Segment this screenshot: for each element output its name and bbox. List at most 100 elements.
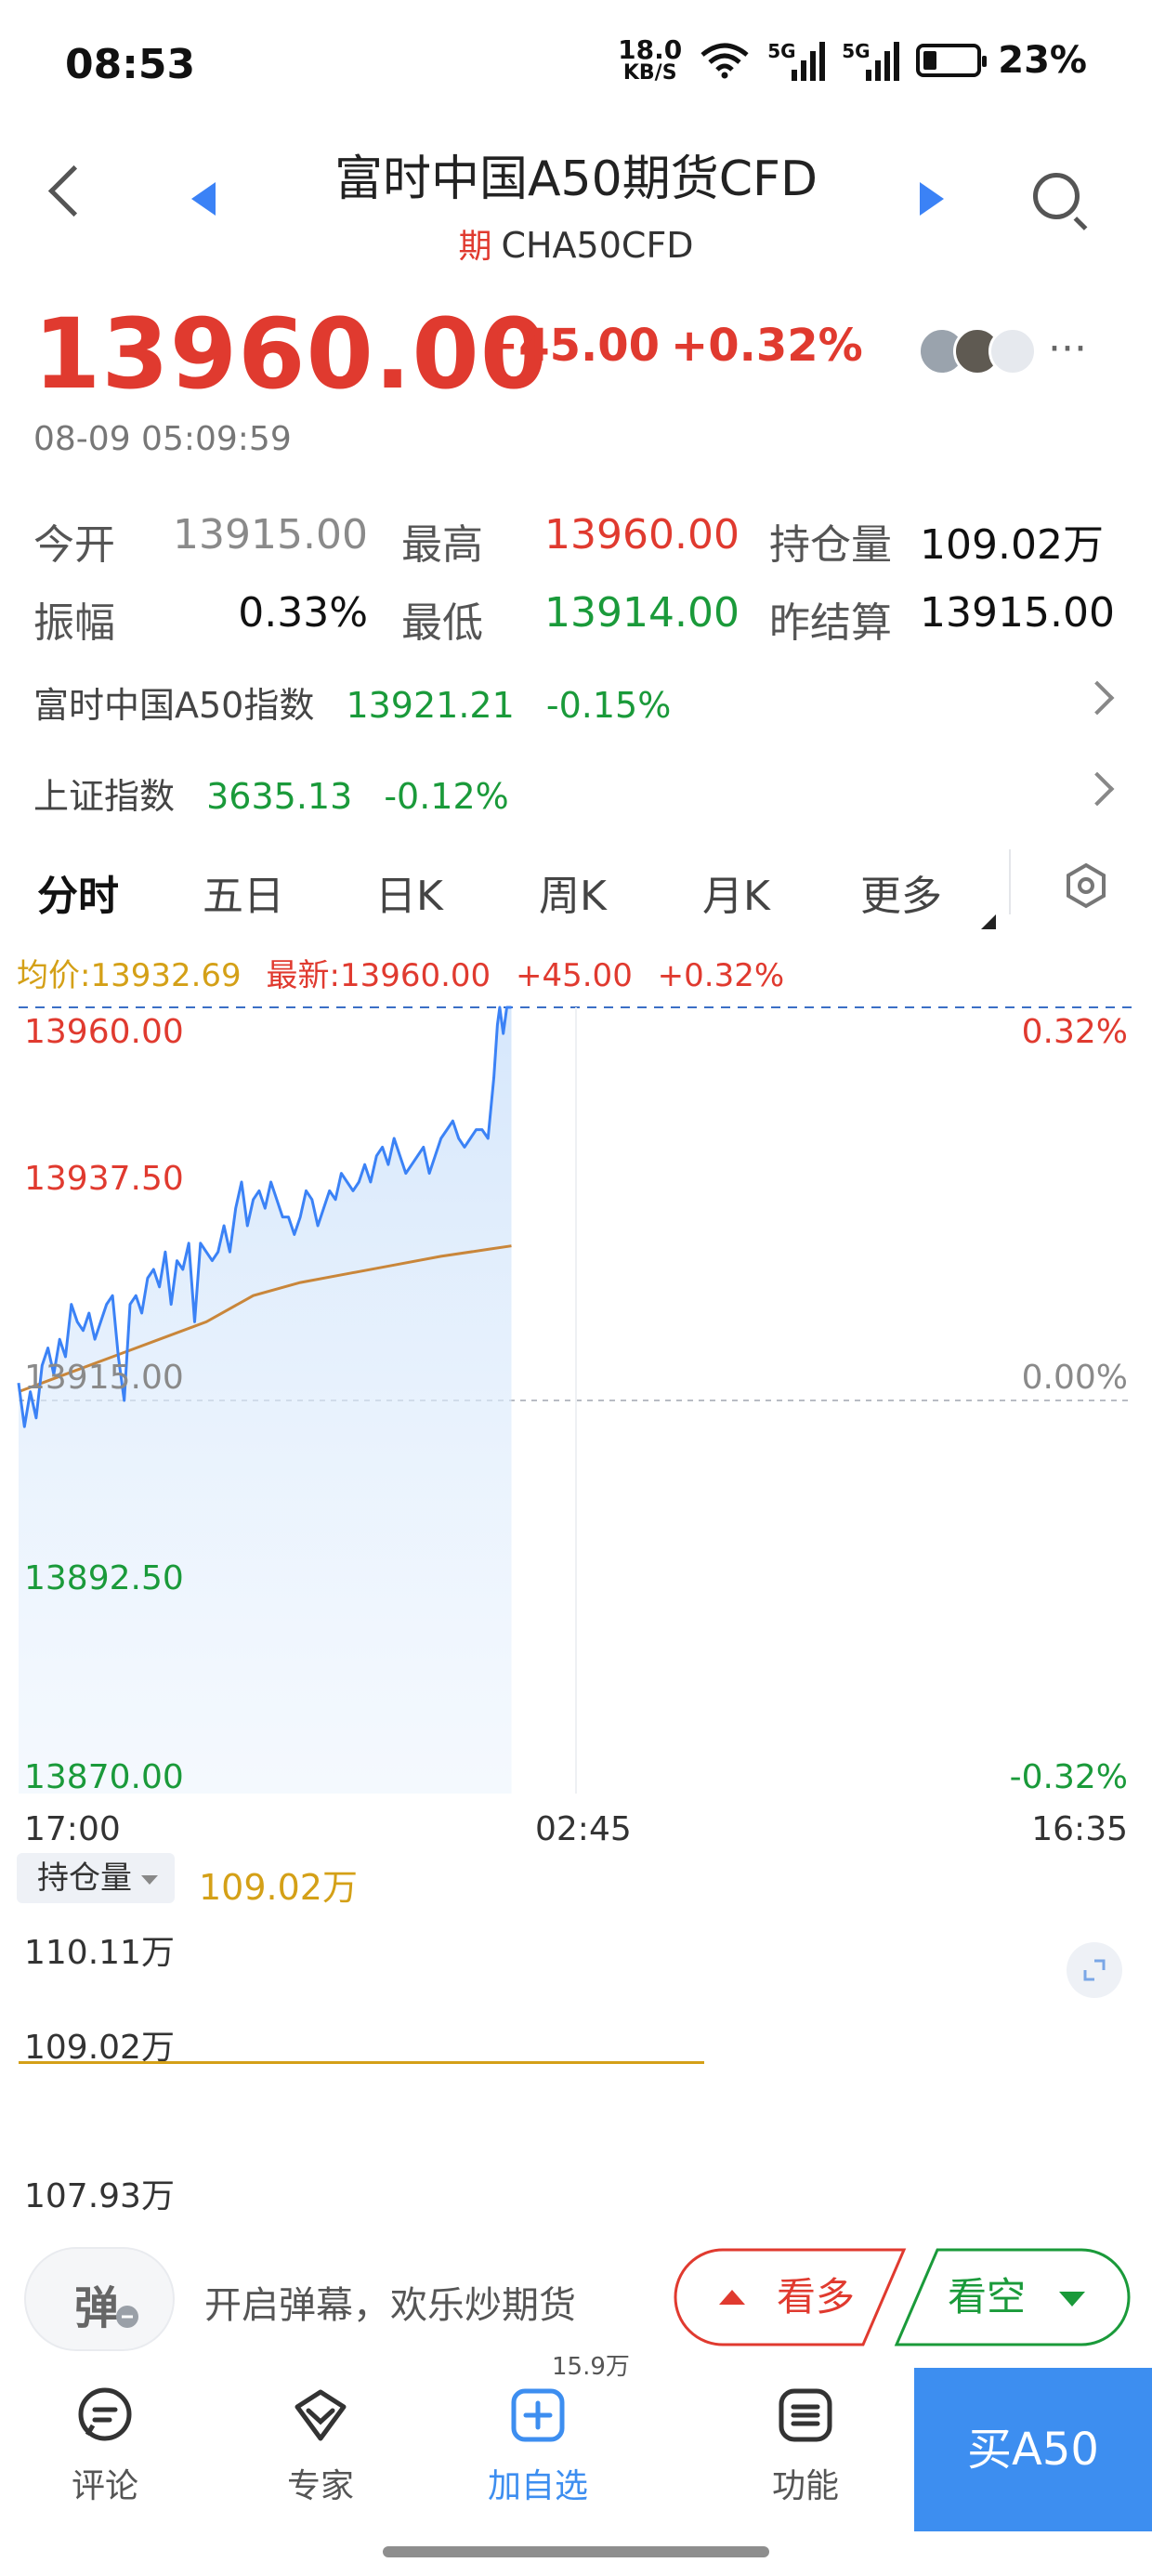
low-value: 13914.00 bbox=[544, 589, 740, 637]
tab-divider bbox=[1009, 849, 1011, 914]
battery-icon bbox=[916, 44, 988, 77]
price-change: +45.00 bbox=[481, 320, 661, 372]
open-label: 今开 bbox=[33, 521, 115, 569]
nav-add-watchlist[interactable]: 加自选 bbox=[468, 2386, 608, 2507]
page-title: 富时中国A50期货CFD bbox=[334, 151, 818, 207]
tab-intraday[interactable]: 分时 bbox=[37, 862, 119, 922]
tab-weekly-k[interactable]: 周K bbox=[539, 862, 607, 922]
menu-icon bbox=[779, 2388, 832, 2442]
price-change-percent: +0.32% bbox=[671, 320, 863, 372]
open-interest-current: 109.02万 bbox=[199, 1867, 358, 1908]
signal-tag-2: 5G bbox=[842, 40, 871, 62]
open-interest-value: 109.02万 bbox=[920, 521, 1104, 569]
status-icons: 18.0 KB/S 5G 5G 23% bbox=[618, 37, 1087, 84]
buy-button[interactable]: 买A50 bbox=[914, 2368, 1152, 2531]
more-icon[interactable]: ··· bbox=[1048, 325, 1087, 373]
index-value: 13921.21 bbox=[346, 685, 515, 726]
network-speed: 18.0 KB/S bbox=[618, 37, 682, 84]
low-label: 最低 bbox=[401, 599, 483, 647]
y-tick-label: 13892.50 bbox=[24, 1559, 184, 1597]
comment-icon bbox=[78, 2387, 132, 2441]
tab-five-day[interactable]: 五日 bbox=[203, 862, 284, 922]
latest-price: 最新:13960.00 bbox=[266, 957, 491, 994]
next-instrument-icon[interactable] bbox=[920, 182, 944, 216]
y-tick-label: 13960.00 bbox=[24, 1013, 184, 1051]
battery-level: 23% bbox=[998, 39, 1087, 82]
chevron-right-icon[interactable] bbox=[1080, 680, 1115, 716]
search-icon[interactable] bbox=[1033, 173, 1080, 219]
indicator-select[interactable]: 持仓量 bbox=[17, 1853, 175, 1903]
danmaku-prompt[interactable]: 开启弹幕，欢乐炒期货 bbox=[204, 2275, 576, 2329]
user-avatars[interactable] bbox=[918, 327, 1037, 375]
amplitude-value: 0.33% bbox=[238, 589, 368, 637]
go-long-button[interactable]: 看多 bbox=[673, 2247, 907, 2347]
chart-info-line: 均价:13932.69 最新:13960.00 +45.00 +0.32% bbox=[17, 950, 784, 995]
nav-expert[interactable]: 专家 bbox=[251, 2386, 390, 2507]
tab-more[interactable]: 更多 bbox=[860, 862, 942, 922]
amplitude-label: 振幅 bbox=[33, 599, 115, 647]
price-area-fill bbox=[19, 1007, 512, 1794]
home-indicator[interactable] bbox=[383, 2546, 769, 2557]
latest-percent: +0.32% bbox=[657, 957, 785, 994]
last-price: 13960.00 bbox=[33, 297, 549, 411]
prev-settle-label: 昨结算 bbox=[769, 599, 892, 647]
y-tick-label-right: 0.32% bbox=[1021, 1013, 1128, 1051]
index-name: 上证指数 bbox=[33, 776, 176, 817]
index-value: 3635.13 bbox=[206, 776, 353, 817]
nav-comment-label: 评论 bbox=[71, 2467, 138, 2505]
index-percent: -0.15% bbox=[545, 685, 672, 726]
quote-timestamp: 08-09 05:09:59 bbox=[33, 420, 292, 458]
instrument-code-text: CHA50CFD bbox=[501, 225, 694, 266]
open-value: 13915.00 bbox=[173, 511, 368, 559]
latest-change: +45.00 bbox=[516, 957, 633, 994]
expand-icon[interactable] bbox=[1067, 1942, 1122, 1998]
more-triangle-icon bbox=[981, 914, 996, 929]
high-label: 最高 bbox=[401, 521, 483, 569]
nav-add-watchlist-label: 加自选 bbox=[487, 2467, 588, 2505]
add-watchlist-icon bbox=[511, 2388, 565, 2442]
y-tick-label: 13870.00 bbox=[24, 1758, 184, 1796]
wifi-icon bbox=[700, 43, 749, 79]
y-tick-label: 13915.00 bbox=[24, 1359, 184, 1397]
diamond-icon bbox=[295, 2389, 347, 2441]
y-tick-label-right: 0.00% bbox=[1021, 1359, 1128, 1397]
caret-down-icon bbox=[141, 1874, 158, 1885]
watchlist-count: 15.9万 bbox=[552, 2353, 630, 2381]
tab-monthly-k[interactable]: 月K bbox=[702, 862, 770, 922]
minus-circle-icon bbox=[116, 2306, 138, 2328]
chevron-right-icon[interactable] bbox=[1080, 771, 1115, 807]
instrument-code: 期 CHA50CFD bbox=[0, 219, 1152, 268]
index-percent: -0.12% bbox=[384, 776, 509, 817]
danmaku-button-label: 弹 bbox=[74, 2282, 120, 2334]
oi-y-tick: 107.93万 bbox=[24, 2177, 175, 2215]
status-time: 08:53 bbox=[65, 41, 196, 88]
nav-expert-label: 专家 bbox=[286, 2467, 354, 2505]
index-name: 富时中国A50指数 bbox=[33, 685, 315, 726]
indicator-select-label: 持仓量 bbox=[37, 1860, 132, 1897]
futures-badge: 期 bbox=[458, 228, 492, 266]
settings-icon[interactable] bbox=[1063, 862, 1109, 909]
avg-price: 均价:13932.69 bbox=[17, 957, 242, 994]
index-row-shanghai[interactable]: 上证指数 3635.13 -0.12% bbox=[33, 768, 509, 819]
nav-function-label: 功能 bbox=[771, 2467, 839, 2505]
network-speed-value: 18.0 bbox=[618, 34, 683, 65]
avatar bbox=[988, 327, 1037, 375]
go-short-button[interactable]: 看空 bbox=[894, 2247, 1132, 2347]
y-tick-label: 13937.50 bbox=[24, 1160, 184, 1198]
danmaku-toggle-button[interactable]: 弹 bbox=[26, 2249, 173, 2349]
open-interest-line bbox=[19, 2061, 704, 2064]
open-interest-label: 持仓量 bbox=[769, 521, 892, 569]
signal-tag-1: 5G bbox=[767, 40, 796, 62]
oi-y-tick: 110.11万 bbox=[24, 1934, 175, 1972]
prev-settle-value: 13915.00 bbox=[920, 589, 1115, 637]
signal-icon-1: 5G bbox=[767, 40, 826, 81]
network-speed-unit: KB/S bbox=[622, 61, 677, 85]
tab-daily-k[interactable]: 日K bbox=[375, 862, 443, 922]
index-row-a50[interactable]: 富时中国A50指数 13921.21 -0.15% bbox=[33, 677, 671, 728]
go-short-label: 看空 bbox=[948, 2274, 1026, 2320]
x-tick-label: 02:45 bbox=[535, 1810, 632, 1848]
nav-comment[interactable]: 评论 bbox=[35, 2386, 175, 2507]
signal-icon-2: 5G bbox=[842, 40, 900, 81]
x-tick-label: 16:35 bbox=[1031, 1810, 1128, 1848]
nav-function[interactable]: 功能 bbox=[736, 2386, 875, 2507]
